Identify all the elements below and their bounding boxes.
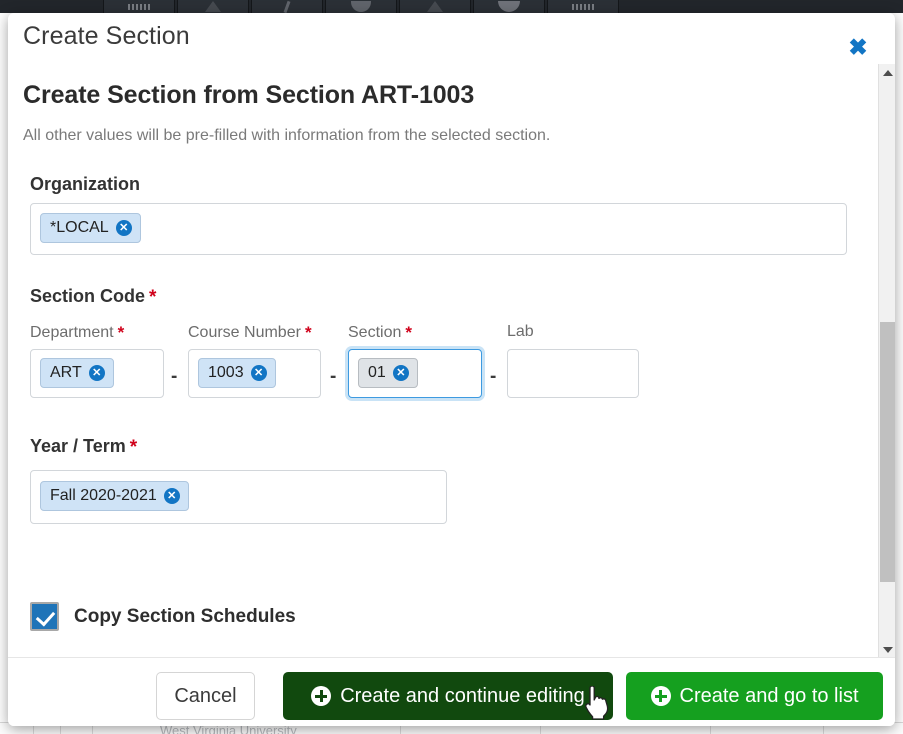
- keyboard-glyph: [572, 4, 594, 10]
- modal-title: Create Section: [23, 22, 190, 51]
- organization-label-text: Organization: [30, 174, 140, 194]
- section-code-separator: -: [330, 367, 336, 386]
- dialog-heading: Create Section from Section ART-1003: [23, 81, 474, 110]
- lab-label: Lab: [507, 323, 534, 341]
- scroll-up-icon[interactable]: [879, 64, 895, 81]
- dock-item-6[interactable]: [473, 0, 545, 13]
- scrollbar-thumb[interactable]: [880, 322, 895, 582]
- dock-item-1[interactable]: [103, 0, 175, 13]
- year-term-label-text: Year / Term: [30, 436, 126, 456]
- close-icon[interactable]: ✖: [846, 35, 870, 59]
- remove-chip-icon[interactable]: ✕: [251, 365, 267, 381]
- cancel-button-label: Cancel: [174, 685, 236, 708]
- department-chip[interactable]: ART ✕: [40, 358, 114, 388]
- required-asterisk: *: [130, 437, 137, 458]
- course-number-chip-label: 1003: [208, 364, 244, 382]
- year-term-select[interactable]: Fall 2020-2021 ✕: [30, 470, 447, 524]
- department-chip-label: ART: [50, 364, 82, 382]
- required-asterisk: *: [305, 323, 312, 342]
- organization-select[interactable]: *LOCAL ✕: [30, 203, 847, 255]
- scroll-down-icon[interactable]: [879, 641, 895, 658]
- lab-select[interactable]: [507, 349, 639, 398]
- section-code-separator: -: [490, 367, 496, 386]
- organization-chip-label: *LOCAL: [50, 219, 109, 237]
- organization-label: Organization: [30, 174, 140, 195]
- create-section-modal: Create Section ✖ Create Section from Sec…: [8, 13, 895, 726]
- copy-section-schedules-label: Copy Section Schedules: [74, 606, 296, 628]
- organization-chip[interactable]: *LOCAL ✕: [40, 213, 141, 243]
- create-and-continue-editing-label: Create and continue editing: [340, 685, 585, 708]
- triangle-glyph: [205, 1, 221, 12]
- section-label-text: Section: [348, 324, 401, 341]
- section-code-label-text: Section Code: [30, 286, 145, 306]
- dock-item-7[interactable]: [547, 0, 619, 13]
- copy-section-schedules-checkbox[interactable]: Copy Section Schedules: [30, 602, 296, 631]
- os-dock: [0, 0, 903, 13]
- circle-glyph: [351, 1, 371, 12]
- course-number-chip[interactable]: 1003 ✕: [198, 358, 276, 388]
- department-label-text: Department: [30, 324, 114, 341]
- remove-chip-icon[interactable]: ✕: [393, 365, 409, 381]
- section-chip[interactable]: 01 ✕: [358, 358, 418, 388]
- section-select[interactable]: 01 ✕: [348, 349, 482, 398]
- slash-glyph: [284, 1, 291, 13]
- cancel-button[interactable]: Cancel: [156, 672, 255, 720]
- remove-chip-icon[interactable]: ✕: [116, 220, 132, 236]
- dock-item-5[interactable]: [399, 0, 471, 13]
- department-label: Department*: [30, 323, 124, 343]
- plus-circle-icon: [311, 686, 331, 706]
- section-code-label: Section Code*: [30, 286, 156, 309]
- screen: West Virginia University Create Section …: [0, 0, 903, 734]
- section-label: Section*: [348, 323, 412, 343]
- create-and-go-to-list-button[interactable]: Create and go to list: [626, 672, 883, 720]
- lab-label-text: Lab: [507, 323, 534, 340]
- section-chip-label: 01: [368, 364, 386, 382]
- create-and-go-to-list-label: Create and go to list: [680, 685, 859, 708]
- year-term-label: Year / Term*: [30, 436, 137, 459]
- dialog-subheading: All other values will be pre-filled with…: [23, 127, 550, 145]
- required-asterisk: *: [405, 323, 412, 342]
- required-asterisk: *: [118, 323, 125, 342]
- checkbox-checked-icon[interactable]: [30, 602, 59, 631]
- bars-glyph: [128, 4, 150, 10]
- modal-footer: Cancel Create and continue editing Creat…: [8, 657, 895, 726]
- department-select[interactable]: ART ✕: [30, 349, 164, 398]
- section-code-separator: -: [171, 367, 177, 386]
- dock-item-3[interactable]: [251, 0, 323, 13]
- dock-item-4[interactable]: [325, 0, 397, 13]
- course-number-label-text: Course Number: [188, 324, 301, 341]
- required-asterisk: *: [149, 287, 156, 308]
- remove-chip-icon[interactable]: ✕: [89, 365, 105, 381]
- modal-body: Create Section from Section ART-1003 All…: [8, 64, 895, 658]
- course-number-label: Course Number*: [188, 323, 312, 343]
- year-term-chip-label: Fall 2020-2021: [50, 487, 157, 505]
- triangle-glyph: [427, 1, 443, 12]
- remove-chip-icon[interactable]: ✕: [164, 488, 180, 504]
- modal-header: Create Section ✖: [8, 13, 895, 64]
- plus-circle-icon: [651, 686, 671, 706]
- circle-glyph: [498, 1, 520, 12]
- modal-scrollbar[interactable]: [878, 64, 895, 658]
- course-number-select[interactable]: 1003 ✕: [188, 349, 321, 398]
- create-and-continue-editing-button[interactable]: Create and continue editing: [283, 672, 613, 720]
- dock-item-2[interactable]: [177, 0, 249, 13]
- year-term-chip[interactable]: Fall 2020-2021 ✕: [40, 481, 189, 511]
